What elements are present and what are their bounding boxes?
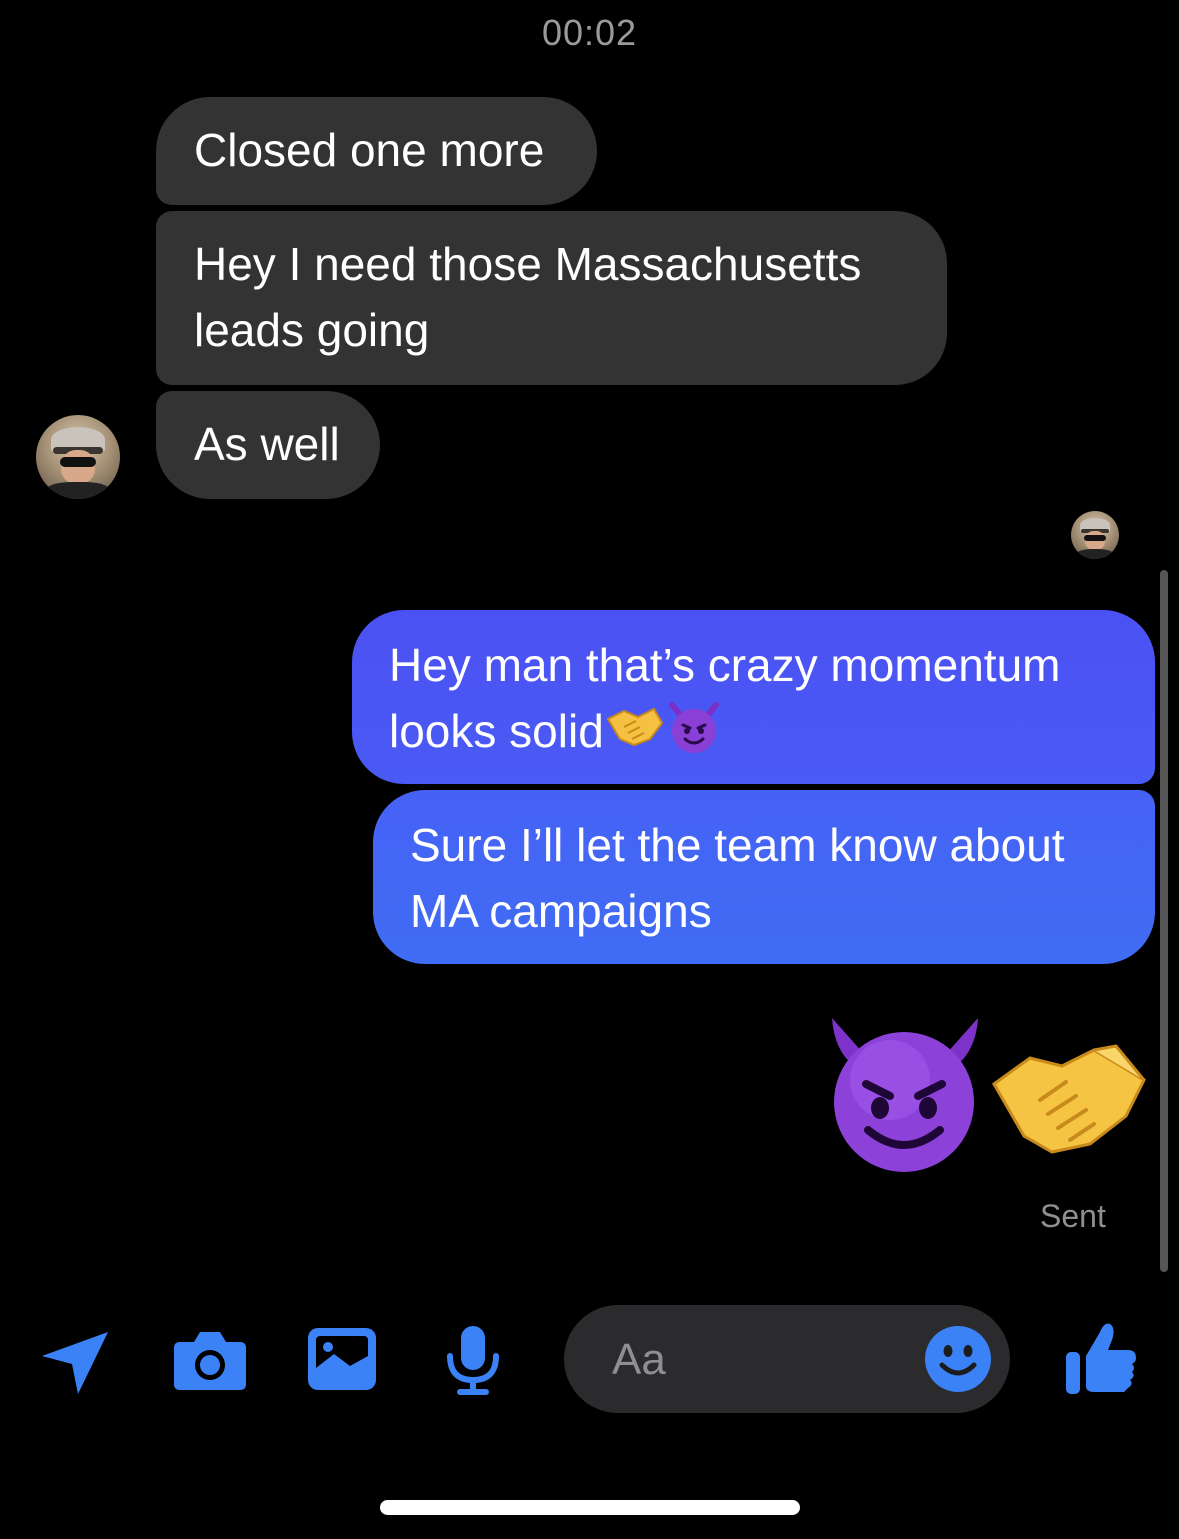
microphone-icon[interactable]: [442, 1324, 504, 1396]
message-input[interactable]: [610, 1329, 914, 1391]
outgoing-message-bubble[interactable]: Hey man that’s crazy momentum looks soli…: [352, 610, 1155, 784]
delivery-status: Sent: [1040, 1198, 1106, 1234]
photo-icon[interactable]: [306, 1326, 378, 1392]
handshake-emoji: [992, 1044, 1146, 1154]
big-emoji-message[interactable]: [820, 1010, 1155, 1180]
thumbs-up-icon[interactable]: [1064, 1320, 1138, 1396]
emoji-icon[interactable]: [924, 1325, 992, 1393]
incoming-message-bubble[interactable]: As well: [156, 391, 380, 499]
home-indicator[interactable]: [380, 1500, 800, 1515]
smiling-imp-emoji: [832, 1018, 978, 1172]
chat-screen: 00:02 Closed one more Hey I need those M…: [0, 0, 1179, 1539]
incoming-message-bubble[interactable]: Closed one more: [156, 97, 597, 205]
incoming-message-bubble[interactable]: Hey I need those Massachusetts leads goi…: [156, 211, 947, 385]
outgoing-message-bubble[interactable]: Sure I’ll let the team know about MA cam…: [373, 790, 1155, 964]
message-text: looks solid: [389, 705, 604, 757]
location-icon[interactable]: [38, 1328, 112, 1396]
contact-avatar[interactable]: [36, 415, 120, 499]
message-composer[interactable]: [564, 1305, 1010, 1413]
message-text: Hey man that’s crazy momentum: [389, 639, 1061, 691]
message-timestamp: 00:02: [541, 12, 638, 53]
camera-icon[interactable]: [172, 1328, 248, 1392]
handshake-emoji: [606, 707, 663, 747]
smiling-imp-emoji: [668, 702, 719, 753]
scrollbar[interactable]: [1160, 570, 1168, 1272]
read-receipt-avatar: [1071, 511, 1119, 559]
